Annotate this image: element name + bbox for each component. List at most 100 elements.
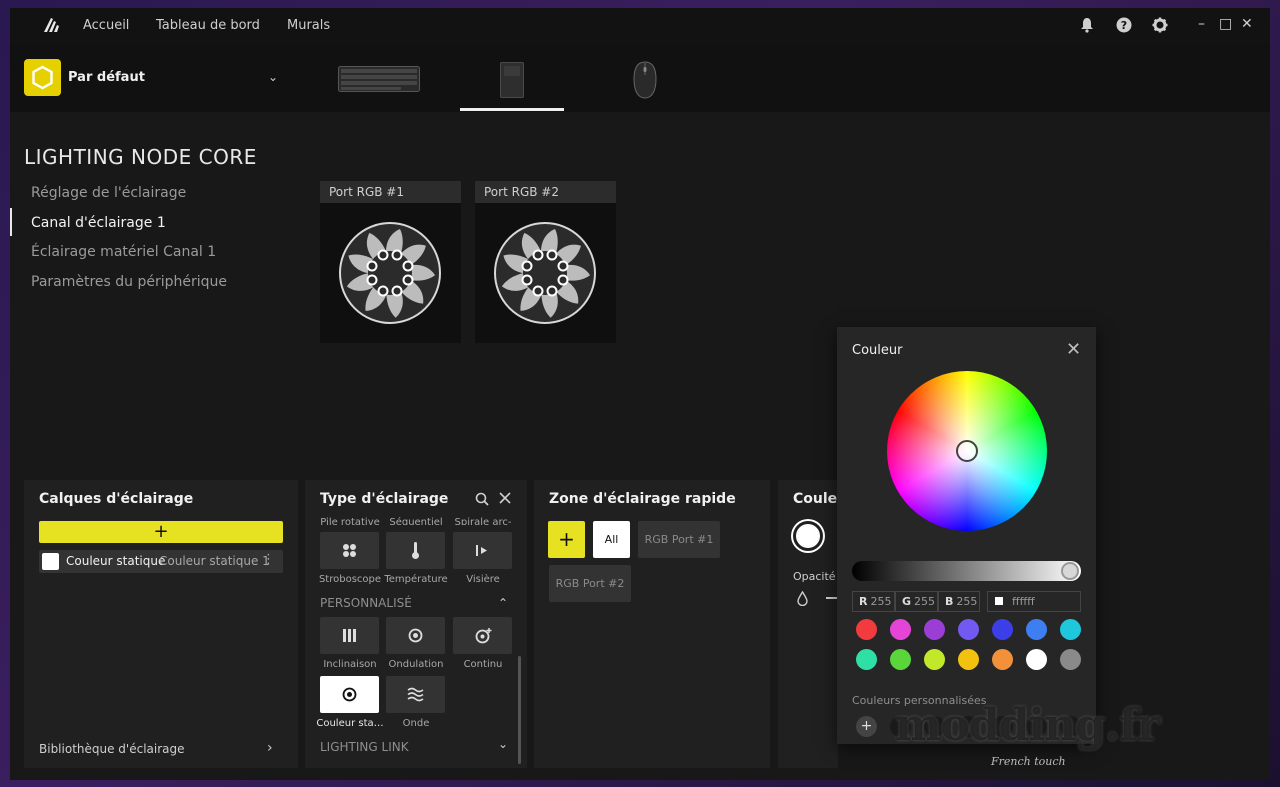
strobe-icon — [343, 544, 356, 557]
chevron-down-icon[interactable]: ⌄ — [498, 737, 508, 751]
svg-text:?: ? — [1121, 19, 1127, 32]
color-swatch[interactable] — [992, 649, 1013, 670]
green-label: G — [902, 595, 912, 608]
color-swatch[interactable] — [958, 619, 979, 640]
add-zone-button[interactable]: + — [548, 521, 585, 558]
type-label: Séquentiel — [389, 517, 443, 525]
green-input[interactable]: G 255 — [895, 591, 938, 612]
selected-device-indicator — [460, 108, 564, 111]
close-button[interactable]: ✕ — [1241, 16, 1253, 32]
current-color-swatch[interactable] — [793, 521, 823, 551]
brightness-knob[interactable] — [1061, 562, 1079, 580]
lighting-library-link[interactable]: Bibliothèque d'éclairage — [39, 742, 185, 756]
color-picker-popup: Couleur ✕ R 255 G 255 B 255 ffffff Couleurs… — [837, 327, 1096, 744]
nav-dashboard[interactable]: Tableau de bord — [156, 18, 260, 33]
red-value: 255 — [870, 595, 892, 608]
keyboard-device-icon[interactable] — [338, 66, 420, 92]
maximize-button[interactable]: □ — [1219, 16, 1232, 32]
port-card-1[interactable]: Port RGB #1 — [320, 181, 461, 343]
type-ripple[interactable] — [386, 617, 445, 654]
zone-all-button[interactable]: All — [593, 521, 630, 558]
type-label: Pile rotative — [320, 517, 380, 525]
type-label: Ondulation — [388, 659, 444, 670]
color-swatch[interactable] — [1060, 619, 1081, 640]
gear-icon[interactable] — [1152, 17, 1168, 33]
blue-label: B — [945, 595, 954, 608]
color-wheel-knob[interactable] — [956, 440, 978, 462]
type-gradient[interactable] — [320, 617, 379, 654]
wave-icon — [407, 687, 424, 702]
search-icon[interactable] — [475, 492, 489, 506]
hex-color-swatch — [995, 597, 1003, 605]
brightness-slider[interactable] — [852, 561, 1081, 581]
close-icon[interactable] — [499, 492, 511, 504]
lighting-type-panel: Type d'éclairage Pile rotative Séquentie… — [305, 480, 527, 768]
sidebar-active-indicator — [10, 208, 12, 236]
chevron-up-icon[interactable]: ⌃ — [498, 596, 508, 610]
bell-icon[interactable] — [1079, 17, 1095, 33]
panel-title: Calques d'éclairage — [39, 491, 194, 507]
layer-color-swatch — [42, 553, 59, 570]
zone-port-1-button[interactable]: RGB Port #1 — [638, 521, 720, 558]
color-swatch[interactable] — [924, 649, 945, 670]
type-strobe[interactable] — [320, 532, 379, 569]
sidebar-item-lighting-setup[interactable]: Réglage de l'éclairage — [31, 185, 186, 201]
corsair-logo-icon[interactable] — [42, 16, 62, 34]
type-visor[interactable] — [453, 532, 512, 569]
port-label: Port RGB #1 — [320, 181, 461, 203]
fan-icon — [339, 222, 441, 324]
type-continuous[interactable] — [453, 617, 512, 654]
red-input[interactable]: R 255 — [852, 591, 895, 612]
color-swatch[interactable] — [958, 649, 979, 670]
blue-value: 255 — [956, 595, 978, 608]
section-custom-label: PERSONNALISÉ — [320, 596, 412, 610]
popup-title: Couleur — [852, 343, 903, 358]
sidebar-item-lighting-channel-1[interactable]: Canal d'éclairage 1 — [31, 215, 166, 231]
type-label: Couleur sta… — [316, 718, 384, 729]
more-icon[interactable]: ⋮ — [262, 552, 275, 567]
minimize-button[interactable]: – — [1198, 16, 1205, 32]
hexagon-icon — [32, 65, 53, 90]
device-bar: Par défaut ⌄ — [10, 44, 1270, 112]
add-layer-button[interactable]: + — [39, 521, 283, 543]
close-icon[interactable]: ✕ — [1066, 339, 1081, 360]
red-label: R — [859, 595, 868, 608]
port-label: Port RGB #2 — [475, 181, 616, 203]
port-card-2[interactable]: Port RGB #2 — [475, 181, 616, 343]
color-swatch[interactable] — [1060, 649, 1081, 670]
color-swatch[interactable] — [890, 649, 911, 670]
color-swatch[interactable] — [992, 619, 1013, 640]
watermark-subtitle: French touch — [991, 755, 1066, 768]
chevron-down-icon[interactable]: ⌄ — [268, 70, 278, 84]
type-static-color[interactable] — [320, 676, 379, 713]
add-custom-color-button[interactable]: + — [856, 716, 877, 737]
scrollbar[interactable] — [518, 656, 521, 764]
ripple-icon — [408, 628, 423, 643]
color-swatch[interactable] — [924, 619, 945, 640]
color-swatch[interactable] — [1026, 619, 1047, 640]
chevron-right-icon[interactable]: › — [267, 740, 273, 756]
mouse-device-icon[interactable] — [632, 61, 658, 99]
profile-selector-icon[interactable] — [24, 59, 61, 96]
color-panel: Couleur Opacité — [778, 480, 854, 768]
sidebar-item-device-settings[interactable]: Paramètres du périphérique — [31, 274, 227, 290]
blue-input[interactable]: B 255 — [938, 591, 980, 612]
type-label: Onde — [402, 718, 430, 729]
type-wave[interactable] — [386, 676, 445, 713]
profile-name[interactable]: Par défaut — [68, 70, 145, 85]
color-swatch[interactable] — [856, 619, 877, 640]
color-swatch[interactable] — [856, 649, 877, 670]
sidebar-item-hardware-lighting[interactable]: Éclairage matériel Canal 1 — [31, 244, 216, 260]
static-color-icon — [342, 687, 357, 702]
green-value: 255 — [914, 595, 936, 608]
nav-murals[interactable]: Murals — [287, 18, 330, 33]
zone-port-2-button[interactable]: RGB Port #2 — [549, 565, 631, 602]
color-swatch[interactable] — [890, 619, 911, 640]
color-swatch[interactable] — [1026, 649, 1047, 670]
section-lighting-link-label[interactable]: LIGHTING LINK — [320, 740, 409, 754]
help-icon[interactable]: ? — [1116, 17, 1132, 33]
lighting-node-device-icon[interactable] — [500, 62, 524, 98]
layer-item[interactable]: Couleur statique Couleur statique 1 ⋮ — [39, 550, 283, 573]
type-temperature[interactable] — [386, 532, 445, 569]
nav-home[interactable]: Accueil — [83, 18, 129, 33]
